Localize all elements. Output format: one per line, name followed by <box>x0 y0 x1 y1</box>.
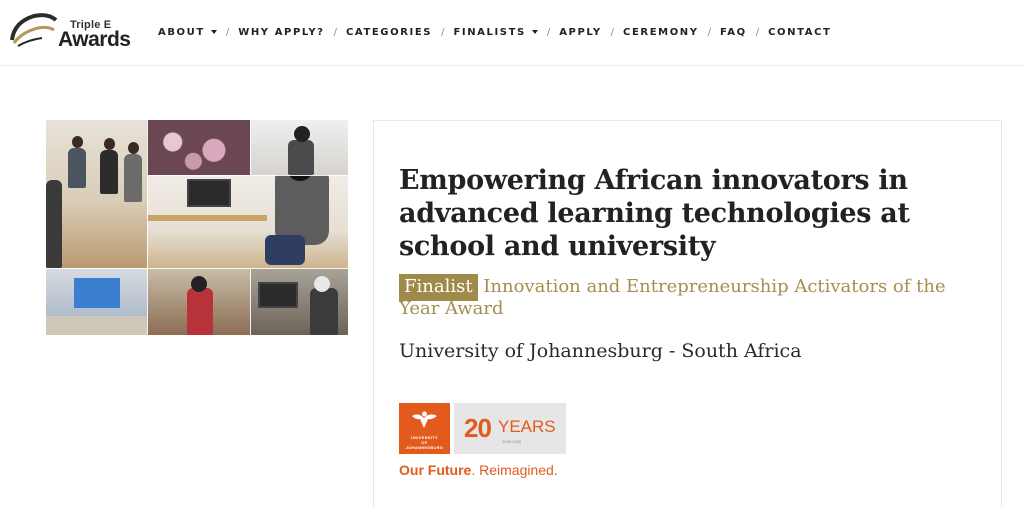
nav-separator: / <box>225 26 230 38</box>
nav-item-about[interactable]: ABOUT <box>158 27 217 38</box>
years-word: YEARS <box>498 417 556 436</box>
laurel-logo-icon <box>10 13 58 47</box>
nav-item-why-apply[interactable]: WHY APPLY? <box>238 27 324 38</box>
years-range: 2005-2025 <box>502 439 522 444</box>
chevron-down-icon <box>210 30 217 34</box>
nav-item-ceremony[interactable]: CEREMONY <box>623 27 699 38</box>
nav-item-finalists[interactable]: FINALISTS <box>453 27 538 38</box>
status-badge: Finalist <box>399 274 478 301</box>
nav-item-apply[interactable]: APPLY <box>559 27 601 38</box>
uj-emblem-icon <box>412 411 437 428</box>
collage-tile-screen <box>46 268 147 335</box>
uj-logo[interactable]: UNIVERSITY OF JOHANNESBURG <box>399 403 450 454</box>
tagline-bold: Our Future <box>399 462 472 478</box>
finalist-photo-collage[interactable] <box>46 120 348 335</box>
nav-separator: / <box>755 26 760 38</box>
award-line: Finalist Innovation and Entrepreneurship… <box>399 274 969 320</box>
collage-tile-workshop <box>250 268 348 335</box>
tagline-rest: . Reimagined. <box>471 462 558 478</box>
collage-tile-cells <box>147 120 250 175</box>
chevron-down-icon <box>531 30 538 34</box>
award-category: Innovation and Entrepreneurship Activato… <box>399 276 946 319</box>
collage-tile-lab <box>250 120 348 175</box>
nav-item-faq[interactable]: FAQ <box>720 27 747 38</box>
collage-tile-headset <box>147 268 250 335</box>
main-nav: ABOUT / WHY APPLY? / CATEGORIES / FINALI… <box>158 25 831 39</box>
institution-name: University of Johannesburg - South Afric… <box>399 340 802 362</box>
nav-separator: / <box>707 26 711 38</box>
nav-separator: / <box>441 26 445 38</box>
logo-text-awards: Awards <box>58 28 131 51</box>
nav-separator: / <box>333 26 337 38</box>
site-header: Triple E Awards ABOUT / WHY APPLY? / CAT… <box>0 0 1024 66</box>
nav-item-categories[interactable]: CATEGORIES <box>346 27 432 38</box>
uj-text-johannesburg: JOHANNESBURG <box>405 445 444 450</box>
collage-tile-classroom <box>46 120 147 268</box>
nav-separator: / <box>546 26 551 38</box>
nav-item-contact[interactable]: CONTACT <box>768 27 831 38</box>
nav-separator: / <box>610 26 615 38</box>
collage-tile-vr-student <box>147 175 348 268</box>
twenty-years-badge: 20 YEARS 2005-2025 <box>454 403 566 454</box>
years-number: 20 <box>464 413 492 443</box>
uj-tagline: Our Future. Reimagined. <box>399 462 558 478</box>
page-title: Empowering African innovators in advance… <box>399 165 910 262</box>
site-logo[interactable]: Triple E Awards <box>8 10 138 51</box>
